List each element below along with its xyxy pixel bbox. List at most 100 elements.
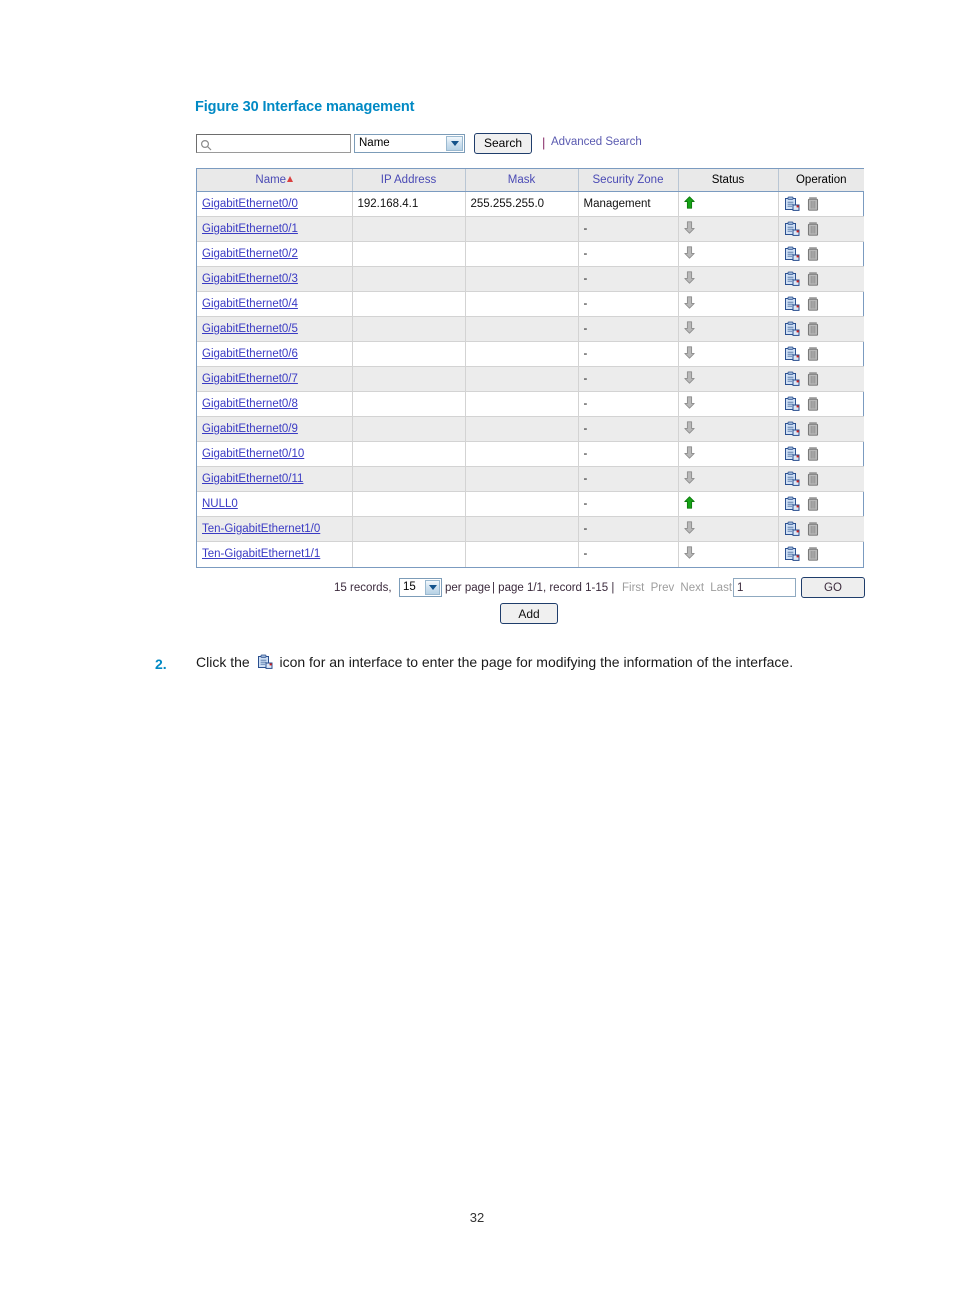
cell-mask <box>465 241 579 267</box>
delete-icon[interactable] <box>805 521 821 537</box>
search-input-container[interactable] <box>196 134 351 153</box>
cell-status <box>678 266 779 292</box>
delete-icon[interactable] <box>805 346 821 362</box>
interface-table-body: GigabitEthernet0/0 192.168.4.1 255.255.255… <box>197 191 864 567</box>
interface-link[interactable]: GigabitEthernet0/10 <box>202 448 304 460</box>
delete-icon[interactable] <box>805 446 821 462</box>
interface-link[interactable]: GigabitEthernet0/9 <box>202 423 298 435</box>
column-header-ip-address[interactable]: IP Address <box>352 169 466 192</box>
cell-interface-name: GigabitEthernet0/1 <box>197 216 353 242</box>
go-button[interactable]: GO <box>801 577 865 598</box>
interface-table-container: Name IP Address Mask Security Zone Statu… <box>196 168 864 568</box>
edit-icon[interactable] <box>784 446 800 462</box>
table-row: GigabitEthernet0/8 - <box>197 391 864 417</box>
interface-link[interactable]: NULL0 <box>202 498 238 510</box>
cell-ip-address <box>352 366 466 392</box>
column-header-mask[interactable]: Mask <box>465 169 579 192</box>
interface-link[interactable]: Ten-GigabitEthernet1/0 <box>202 523 320 535</box>
last-page-link[interactable]: Last <box>710 582 732 594</box>
cell-ip-address <box>352 441 466 467</box>
search-field-select[interactable]: Name <box>354 134 465 153</box>
interface-link[interactable]: GigabitEthernet0/1 <box>202 223 298 235</box>
cell-interface-name: GigabitEthernet0/2 <box>197 241 353 267</box>
interface-link[interactable]: GigabitEthernet0/2 <box>202 248 298 260</box>
cell-security-zone: - <box>578 466 679 492</box>
interface-link[interactable]: GigabitEthernet0/11 <box>202 473 303 485</box>
cell-interface-name: GigabitEthernet0/6 <box>197 341 353 367</box>
delete-icon[interactable] <box>805 396 821 412</box>
edit-icon[interactable] <box>784 546 800 562</box>
column-header-operation: Operation <box>778 169 864 192</box>
cell-ip-address <box>352 491 466 517</box>
edit-icon[interactable] <box>784 196 800 212</box>
interface-link[interactable]: GigabitEthernet0/4 <box>202 298 298 310</box>
table-row: GigabitEthernet0/6 - <box>197 341 864 367</box>
edit-icon[interactable] <box>784 421 800 437</box>
cell-status <box>678 241 779 267</box>
delete-icon[interactable] <box>805 321 821 337</box>
separator: | <box>542 135 546 150</box>
cell-mask <box>465 366 579 392</box>
cell-interface-name: GigabitEthernet0/10 <box>197 441 353 467</box>
table-row: GigabitEthernet0/11 - <box>197 466 864 492</box>
delete-icon[interactable] <box>805 221 821 237</box>
per-page-select[interactable]: 15 <box>399 578 442 597</box>
table-header-row: Name IP Address Mask Security Zone Statu… <box>197 169 864 192</box>
edit-icon[interactable] <box>784 271 800 287</box>
advanced-search-link[interactable]: Advanced Search <box>551 136 642 148</box>
edit-icon[interactable] <box>784 496 800 512</box>
search-input[interactable] <box>214 137 348 151</box>
goto-page-input[interactable] <box>733 578 796 597</box>
delete-icon[interactable] <box>805 296 821 312</box>
cell-operation <box>778 266 864 292</box>
edit-icon[interactable] <box>784 346 800 362</box>
delete-icon[interactable] <box>805 196 821 212</box>
status-down-icon <box>683 371 695 384</box>
edit-icon[interactable] <box>784 471 800 487</box>
interface-link[interactable]: GigabitEthernet0/0 <box>202 198 298 210</box>
cell-mask <box>465 541 579 567</box>
search-button[interactable]: Search <box>474 133 532 154</box>
edit-icon[interactable] <box>784 371 800 387</box>
delete-icon[interactable] <box>805 271 821 287</box>
edit-icon[interactable] <box>784 521 800 537</box>
status-down-icon <box>683 396 695 409</box>
interface-link[interactable]: GigabitEthernet0/3 <box>202 273 298 285</box>
delete-icon[interactable] <box>805 496 821 512</box>
interface-link[interactable]: GigabitEthernet0/5 <box>202 323 298 335</box>
edit-icon[interactable] <box>784 246 800 262</box>
interface-link[interactable]: GigabitEthernet0/8 <box>202 398 298 410</box>
add-button[interactable]: Add <box>500 603 558 624</box>
delete-icon[interactable] <box>805 371 821 387</box>
chevron-down-icon[interactable] <box>446 136 463 151</box>
column-header-name[interactable]: Name <box>197 169 353 192</box>
cell-interface-name: GigabitEthernet0/0 <box>197 191 353 217</box>
cell-ip-address <box>352 291 466 317</box>
first-page-link[interactable]: First <box>622 582 644 594</box>
cell-operation <box>778 491 864 517</box>
interface-link[interactable]: GigabitEthernet0/6 <box>202 348 298 360</box>
delete-icon[interactable] <box>805 246 821 262</box>
cell-mask <box>465 466 579 492</box>
cell-operation <box>778 542 864 567</box>
chevron-down-icon[interactable] <box>425 580 440 595</box>
next-page-link[interactable]: Next <box>680 582 704 594</box>
edit-icon[interactable] <box>784 321 800 337</box>
delete-icon[interactable] <box>805 546 821 562</box>
interface-link[interactable]: GigabitEthernet0/7 <box>202 373 298 385</box>
delete-icon[interactable] <box>805 421 821 437</box>
delete-icon[interactable] <box>805 471 821 487</box>
edit-icon[interactable] <box>784 396 800 412</box>
prev-page-link[interactable]: Prev <box>651 582 675 594</box>
cell-mask <box>465 316 579 342</box>
edit-icon[interactable] <box>784 296 800 312</box>
edit-icon <box>257 654 273 670</box>
interface-link[interactable]: Ten-GigabitEthernet1/1 <box>202 548 320 560</box>
document-page: Figure 30 Interface management Name Sear… <box>0 0 954 1296</box>
status-down-icon <box>683 471 695 484</box>
records-count-label: 15 records, <box>334 582 392 594</box>
cell-ip-address <box>352 241 466 267</box>
edit-icon[interactable] <box>784 221 800 237</box>
column-header-security-zone[interactable]: Security Zone <box>578 169 679 192</box>
status-down-icon <box>683 446 695 459</box>
